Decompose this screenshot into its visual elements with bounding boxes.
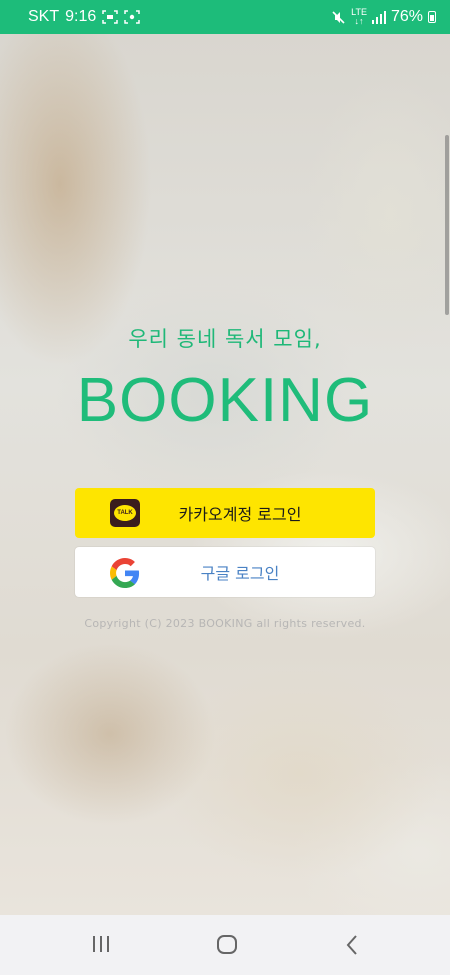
home-icon xyxy=(217,935,237,954)
clock: 9:16 xyxy=(65,8,97,25)
screenshot-icon xyxy=(102,10,119,24)
status-bar: SKT 9:16 LTE ↓↑ 76% xyxy=(0,0,450,34)
tagline: 우리 동네 독서 모임, xyxy=(128,327,322,351)
navigation-bar xyxy=(0,915,450,975)
scroll-indicator[interactable] xyxy=(445,135,449,315)
app-logo: BOOKING xyxy=(76,366,374,435)
back-icon xyxy=(346,935,357,955)
signal-icon xyxy=(371,10,386,24)
kakao-login-button[interactable]: TALK 카카오계정 로그인 xyxy=(75,488,375,538)
battery-percent: 76% xyxy=(390,8,423,25)
battery-icon xyxy=(428,11,436,23)
lte-indicator: LTE ↓↑ xyxy=(351,7,367,26)
back-button[interactable] xyxy=(338,933,368,957)
google-login-button[interactable]: 구글 로그인 xyxy=(75,547,375,597)
background-image xyxy=(0,34,450,915)
carrier: SKT xyxy=(28,8,60,25)
recent-apps-button[interactable] xyxy=(86,933,116,957)
mute-icon xyxy=(332,10,345,24)
home-button[interactable] xyxy=(212,933,242,957)
screen-record-icon xyxy=(124,10,141,24)
copyright-text: Copyright (C) 2023 BOOKING all rights re… xyxy=(84,617,366,630)
kakao-login-label: 카카오계정 로그인 xyxy=(178,505,302,524)
google-login-label: 구글 로그인 xyxy=(200,564,280,583)
recent-apps-icon xyxy=(93,936,109,952)
